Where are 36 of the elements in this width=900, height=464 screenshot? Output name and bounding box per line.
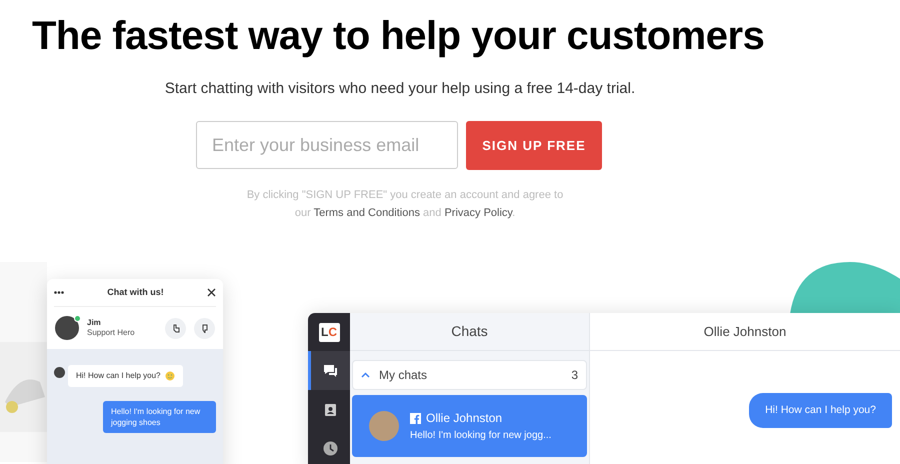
my-chats-toggle[interactable]: My chats 3 [352,360,587,390]
conversation-title: Ollie Johnston [704,322,786,341]
smiley-icon [164,371,174,381]
chats-nav-button[interactable] [308,351,350,390]
thumbs-up-icon [172,324,180,332]
avatar [369,411,399,441]
agent-role: Support Hero [87,328,136,338]
thumbs-down-button[interactable] [194,318,215,338]
logo: LC [318,322,340,342]
clock-icon [323,441,338,456]
thumbs-down-icon [200,324,208,332]
chat-message: Hi! How can I help you? [749,393,892,428]
link[interactable]: Terms and Conditions [314,207,420,219]
avatar [54,367,65,378]
chat-preview: Hello! I'm looking for new jogg... [410,429,552,443]
avatar [55,316,79,340]
visitor-message: Hello! I'm looking for new jogging shoes [103,401,216,433]
chat-name: Ollie Johnston [426,410,502,427]
chat-bubbles-icon [323,364,338,377]
headline: The fastest way to help your customers [32,13,764,60]
thumbs-up-button[interactable] [165,318,186,338]
chat-list-item[interactable]: Ollie Johnston Hello! I'm looking for new jogg... [352,395,587,457]
disclaimer-text: By clicking "SIGN UP FREE" you create an account and agree to our Terms and Conditions and Privacy Policy. [246,188,564,221]
more-icon [54,291,64,294]
agent-name: Jim [87,318,102,328]
chevron-up-icon [361,372,370,378]
contact-card-icon [324,402,337,417]
sign-up-button[interactable]: SIGN UP FREE [466,121,602,170]
close-icon [207,288,216,297]
panel-title: Chats [451,322,488,341]
subtitle: Start chatting with visitors who need your help using a free 14-day trial. [164,79,636,99]
link[interactable]: Privacy Policy [444,207,512,219]
facebook-icon [410,412,421,424]
message-text: Hi! How can I help you? [76,370,160,382]
widget-title: Chat with us! [107,286,164,299]
email-field[interactable]: Enter your business email [196,121,458,169]
